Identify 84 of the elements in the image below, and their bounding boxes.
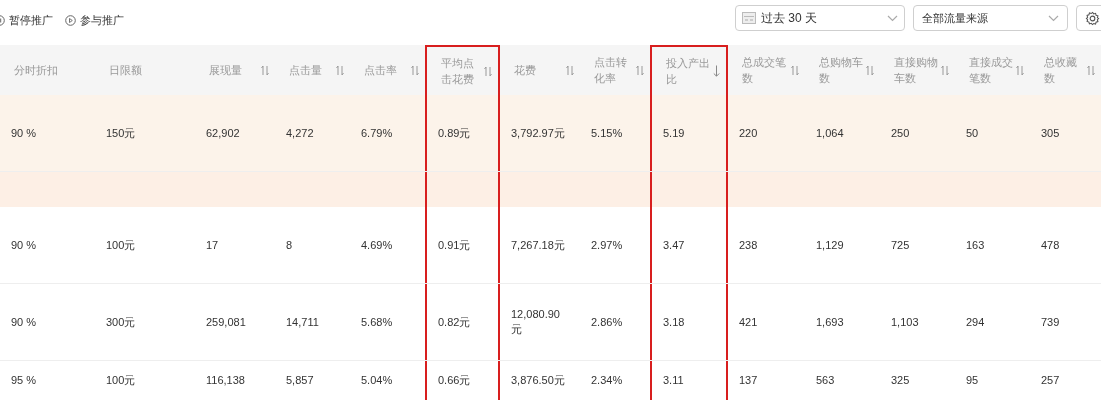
table-cell-text: 50 [965, 125, 980, 141]
chevron-down-icon [887, 14, 898, 22]
column-header[interactable]: 点击量 [275, 45, 350, 95]
table-cell-text: 100元 [105, 373, 137, 388]
sort-icon [636, 64, 644, 76]
toolbar-action[interactable]: 暂停推广 [0, 12, 53, 29]
column-header[interactable]: 总购物车数 [805, 45, 880, 95]
table-cell-text: 7,267.18元 [510, 237, 566, 253]
table-cell-text: 238 [738, 237, 759, 253]
column-header[interactable]: 总收藏数 [1030, 45, 1101, 95]
table-cell-text: 3,876.50元 [510, 373, 566, 388]
sort-icon [261, 64, 269, 76]
sort-icon [1016, 64, 1024, 76]
table-cell-text: 2.97% [590, 237, 624, 253]
settings-icon [1085, 10, 1100, 26]
table-cell-text: 250 [890, 125, 911, 141]
traffic-source-select[interactable]: 全部流量来源 [913, 5, 1068, 31]
table-cell-text: 1,103 [890, 314, 920, 330]
column-header: 日限额 [108, 63, 143, 78]
table-cell-text: 90 % [10, 237, 38, 253]
play-circle-icon [65, 14, 76, 26]
table-cell-text: 1,693 [815, 314, 845, 330]
table-cell-text: 100元 [105, 237, 137, 253]
table-cell-text: 1,064 [815, 125, 845, 141]
table-cell-text: 1,129 [815, 237, 845, 253]
table-cell-text: 5.15% [590, 125, 624, 141]
table-cell-text: 95 [965, 373, 980, 388]
table-cell-text: 17 [205, 237, 220, 253]
sort-icon [336, 64, 344, 76]
table-cell-text: 563 [815, 373, 836, 388]
table-cell-text: 90 % [10, 125, 38, 141]
table-cell-text: 739 [1040, 314, 1061, 330]
table-cell-text: 4,272 [285, 125, 315, 141]
table-cell-text: 725 [890, 237, 911, 253]
table-cell: 0.66元 [425, 361, 500, 400]
sort-descending-icon [713, 65, 720, 77]
date-select[interactable]: 过去 30 天 [735, 5, 905, 31]
table-cell-text: 12,080.90元 [510, 307, 561, 337]
table-cell-text: 95 % [10, 373, 38, 388]
table-cell-text: 137 [738, 373, 759, 388]
column-header[interactable]: 花费 [500, 45, 580, 95]
table-cell-text: 305 [1040, 125, 1061, 141]
table-cell-text: 116,138 [205, 373, 246, 388]
table-cell-text: 3,792.97元 [510, 125, 566, 141]
table-cell-text: 2.86% [590, 314, 624, 330]
column-header[interactable]: 直接购物车数 [880, 45, 955, 95]
table-cell-text: 8 [285, 237, 294, 253]
sort-icon [484, 65, 492, 77]
table-cell-text: 2.34% [590, 373, 624, 388]
table-cell-text: 62,902 [205, 125, 241, 141]
sort-icon [866, 64, 874, 76]
table-cell-text: 150元 [105, 125, 137, 141]
table-cell-text: 5.04% [360, 373, 394, 388]
column-header: 分时折扣 [13, 63, 59, 78]
toolbar-action[interactable]: 参与推广 [65, 12, 124, 29]
table-cell-text: 257 [1040, 373, 1061, 388]
table-cell-text: 4.69% [360, 237, 394, 253]
table-cell-text: 421 [738, 314, 759, 330]
sort-icon [791, 64, 799, 76]
sort-icon [941, 64, 949, 76]
calendar-icon [742, 12, 756, 24]
sort-icon [566, 64, 574, 76]
table-cell-text: 220 [738, 125, 759, 141]
sort-icon [1087, 64, 1095, 76]
table-cell-text: 90 % [10, 314, 38, 330]
settings-button[interactable] [1076, 5, 1101, 31]
table-cell-text: 294 [965, 314, 986, 330]
table-cell-text: 478 [1040, 237, 1061, 253]
column-header[interactable]: 展现量 [195, 45, 275, 95]
table-cell-text: 6.79% [360, 125, 394, 141]
column-header[interactable]: 点击率 [350, 45, 425, 95]
table-cell-text: 5.68% [360, 314, 394, 330]
sort-icon [411, 64, 419, 76]
column-header[interactable]: 点击转化率 [580, 45, 650, 95]
table-cell-text: 5,857 [285, 373, 315, 388]
table-cell-text: 259,081 [205, 314, 247, 330]
table-cell-text: 163 [965, 237, 986, 253]
table-cell-text: 325 [890, 373, 911, 388]
column-header[interactable]: 直接成交笔数 [955, 45, 1030, 95]
table-cell: 3.11 [650, 361, 728, 400]
column-header[interactable]: 总成交笔数 [728, 45, 805, 95]
chevron-down-icon [1048, 14, 1059, 22]
table-cell-text: 300元 [105, 314, 137, 330]
table-cell-text: 14,711 [285, 314, 320, 330]
